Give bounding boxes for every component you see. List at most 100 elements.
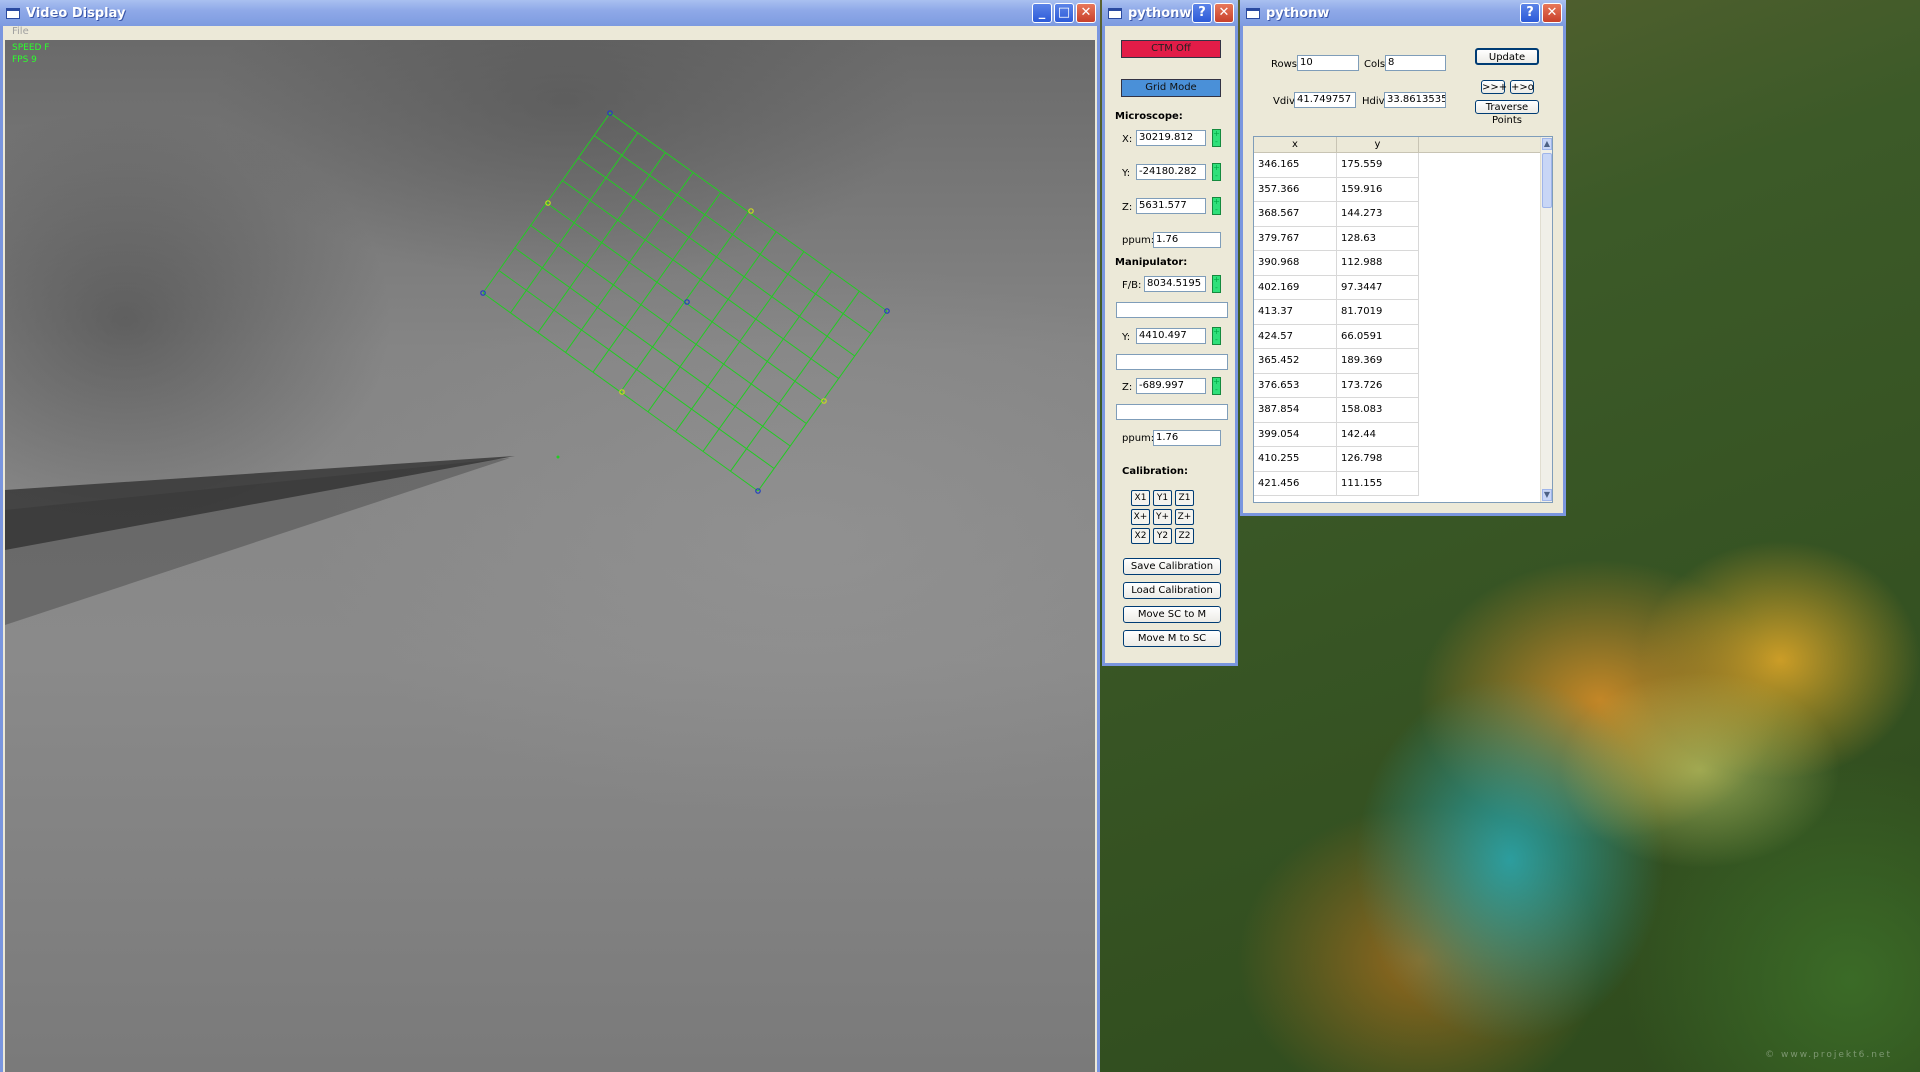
close-icon[interactable]: ✕ <box>1214 3 1234 23</box>
cell-y[interactable]: 97.3447 <box>1337 275 1419 300</box>
table-row[interactable]: 390.968 112.988 <box>1254 251 1544 276</box>
column-header-x[interactable]: x <box>1254 137 1337 152</box>
table-row[interactable]: 376.653 173.726 <box>1254 373 1544 398</box>
cell-y[interactable]: 126.798 <box>1337 447 1419 472</box>
table-row[interactable]: 399.054 142.44 <box>1254 422 1544 447</box>
table-scrollbar[interactable]: ▲ ▼ <box>1540 137 1552 502</box>
cell-x[interactable]: 402.169 <box>1254 275 1337 300</box>
table-row[interactable]: 424.57 66.0591 <box>1254 324 1544 349</box>
microscope-y-stepper[interactable]: + - <box>1212 163 1221 181</box>
calibration-y2-button[interactable]: Y2 <box>1153 528 1172 544</box>
cell-y[interactable]: 128.63 <box>1337 226 1419 251</box>
save-calibration-button[interactable]: Save Calibration <box>1123 558 1221 575</box>
manipulator-z-field[interactable]: -689.997 <box>1136 378 1206 394</box>
manipulator-y-stepper[interactable]: + - <box>1212 327 1221 345</box>
cell-x[interactable]: 424.57 <box>1254 324 1337 349</box>
manipulator-ppum-field[interactable]: 1.76 <box>1153 430 1221 446</box>
video-titlebar[interactable]: Video Display _ □ ✕ <box>0 0 1100 26</box>
grid-titlebar[interactable]: pythonw ? ✕ <box>1240 0 1566 26</box>
minimize-icon[interactable]: _ <box>1032 3 1052 23</box>
grid-mode-button[interactable]: Grid Mode <box>1121 79 1221 97</box>
table-row[interactable]: 402.169 97.3447 <box>1254 275 1544 300</box>
help-icon[interactable]: ? <box>1192 3 1212 23</box>
table-row[interactable]: 368.567 144.273 <box>1254 202 1544 227</box>
cell-x[interactable]: 346.165 <box>1254 153 1337 178</box>
video-feed[interactable]: SPEED F FPS 9 <box>5 40 1095 1072</box>
cell-x[interactable]: 368.567 <box>1254 202 1337 227</box>
microscope-z-field[interactable]: 5631.577 <box>1136 198 1206 214</box>
move-sc-to-m-button[interactable]: Move SC to M <box>1123 606 1221 623</box>
microscope-ppum-field[interactable]: 1.76 <box>1153 232 1221 248</box>
calibration-zplus-button[interactable]: Z+ <box>1175 509 1194 525</box>
step-back-button[interactable]: +>o <box>1510 80 1534 94</box>
step-forward-button[interactable]: >>+ <box>1481 80 1507 94</box>
microscope-z-stepper[interactable]: + - <box>1212 197 1221 215</box>
cell-x[interactable]: 387.854 <box>1254 398 1337 423</box>
cell-y[interactable]: 175.559 <box>1337 153 1419 178</box>
calibration-z2-button[interactable]: Z2 <box>1175 528 1194 544</box>
microscope-x-field[interactable]: 30219.812 <box>1136 130 1206 146</box>
close-icon[interactable]: ✕ <box>1076 3 1096 23</box>
menu-file[interactable]: File <box>12 26 29 37</box>
hdiv-field[interactable]: 33.8613535 <box>1384 92 1446 108</box>
calibration-xplus-button[interactable]: X+ <box>1131 509 1150 525</box>
traverse-points-button[interactable]: Traverse Points <box>1475 100 1539 126</box>
cell-y[interactable]: 111.155 <box>1337 471 1419 496</box>
cell-x[interactable]: 379.767 <box>1254 226 1337 251</box>
cols-field[interactable]: 8 <box>1385 55 1446 71</box>
table-row[interactable]: 387.854 158.083 <box>1254 398 1544 423</box>
help-icon[interactable]: ? <box>1520 3 1540 23</box>
cell-y[interactable]: 173.726 <box>1337 373 1419 398</box>
cell-y[interactable]: 159.916 <box>1337 177 1419 202</box>
calibration-x1-button[interactable]: X1 <box>1131 490 1150 506</box>
cell-y[interactable]: 142.44 <box>1337 422 1419 447</box>
move-m-to-sc-button[interactable]: Move M to SC <box>1123 630 1221 647</box>
calibration-y1-button[interactable]: Y1 <box>1153 490 1172 506</box>
table-row[interactable]: 357.366 159.916 <box>1254 177 1544 202</box>
cell-x[interactable]: 390.968 <box>1254 251 1337 276</box>
manipulator-fb-stepper[interactable]: + - <box>1212 275 1221 293</box>
table-row[interactable]: 421.456 111.155 <box>1254 471 1544 496</box>
calibration-yplus-button[interactable]: Y+ <box>1153 509 1172 525</box>
cell-x[interactable]: 376.653 <box>1254 373 1337 398</box>
manipulator-y-field[interactable]: 4410.497 <box>1136 328 1206 344</box>
microscope-x-stepper[interactable]: + - <box>1212 129 1221 147</box>
manipulator-y-extra-field[interactable] <box>1116 354 1228 370</box>
cell-x[interactable]: 365.452 <box>1254 349 1337 374</box>
maximize-icon[interactable]: □ <box>1054 3 1074 23</box>
table-row[interactable]: 365.452 189.369 <box>1254 349 1544 374</box>
cell-y[interactable]: 158.083 <box>1337 398 1419 423</box>
rows-field[interactable]: 10 <box>1297 55 1359 71</box>
cell-y[interactable]: 112.988 <box>1337 251 1419 276</box>
cell-y[interactable]: 66.0591 <box>1337 324 1419 349</box>
table-row[interactable]: 379.767 128.63 <box>1254 226 1544 251</box>
manipulator-z-stepper[interactable]: + - <box>1212 377 1221 395</box>
calibration-z1-button[interactable]: Z1 <box>1175 490 1194 506</box>
cell-y[interactable]: 81.7019 <box>1337 300 1419 325</box>
cell-y[interactable]: 189.369 <box>1337 349 1419 374</box>
manipulator-fb-extra-field[interactable] <box>1116 302 1228 318</box>
cell-x[interactable]: 357.366 <box>1254 177 1337 202</box>
cell-x[interactable]: 399.054 <box>1254 422 1337 447</box>
table-row[interactable]: 410.255 126.798 <box>1254 447 1544 472</box>
cell-x[interactable]: 421.456 <box>1254 471 1337 496</box>
cell-y[interactable]: 144.273 <box>1337 202 1419 227</box>
calibration-grid[interactable] <box>480 110 890 494</box>
close-icon[interactable]: ✕ <box>1542 3 1562 23</box>
ctm-toggle-button[interactable]: CTM Off <box>1121 40 1221 58</box>
column-header-y[interactable]: y <box>1337 137 1419 152</box>
vdiv-field[interactable]: 41.749757 <box>1294 92 1356 108</box>
cell-x[interactable]: 410.255 <box>1254 447 1337 472</box>
scroll-thumb[interactable] <box>1542 153 1552 208</box>
scroll-up-icon[interactable]: ▲ <box>1542 138 1552 150</box>
load-calibration-button[interactable]: Load Calibration <box>1123 582 1221 599</box>
control-titlebar[interactable]: pythonw ? ✕ <box>1102 0 1238 26</box>
table-row[interactable]: 346.165 175.559 <box>1254 153 1544 178</box>
update-button[interactable]: Update <box>1475 48 1539 65</box>
manipulator-fb-field[interactable]: 8034.5195 <box>1144 276 1206 292</box>
manipulator-z-extra-field[interactable] <box>1116 404 1228 420</box>
table-row[interactable]: 413.37 81.7019 <box>1254 300 1544 325</box>
scroll-down-icon[interactable]: ▼ <box>1542 489 1552 501</box>
microscope-y-field[interactable]: -24180.282 <box>1136 164 1206 180</box>
calibration-x2-button[interactable]: X2 <box>1131 528 1150 544</box>
